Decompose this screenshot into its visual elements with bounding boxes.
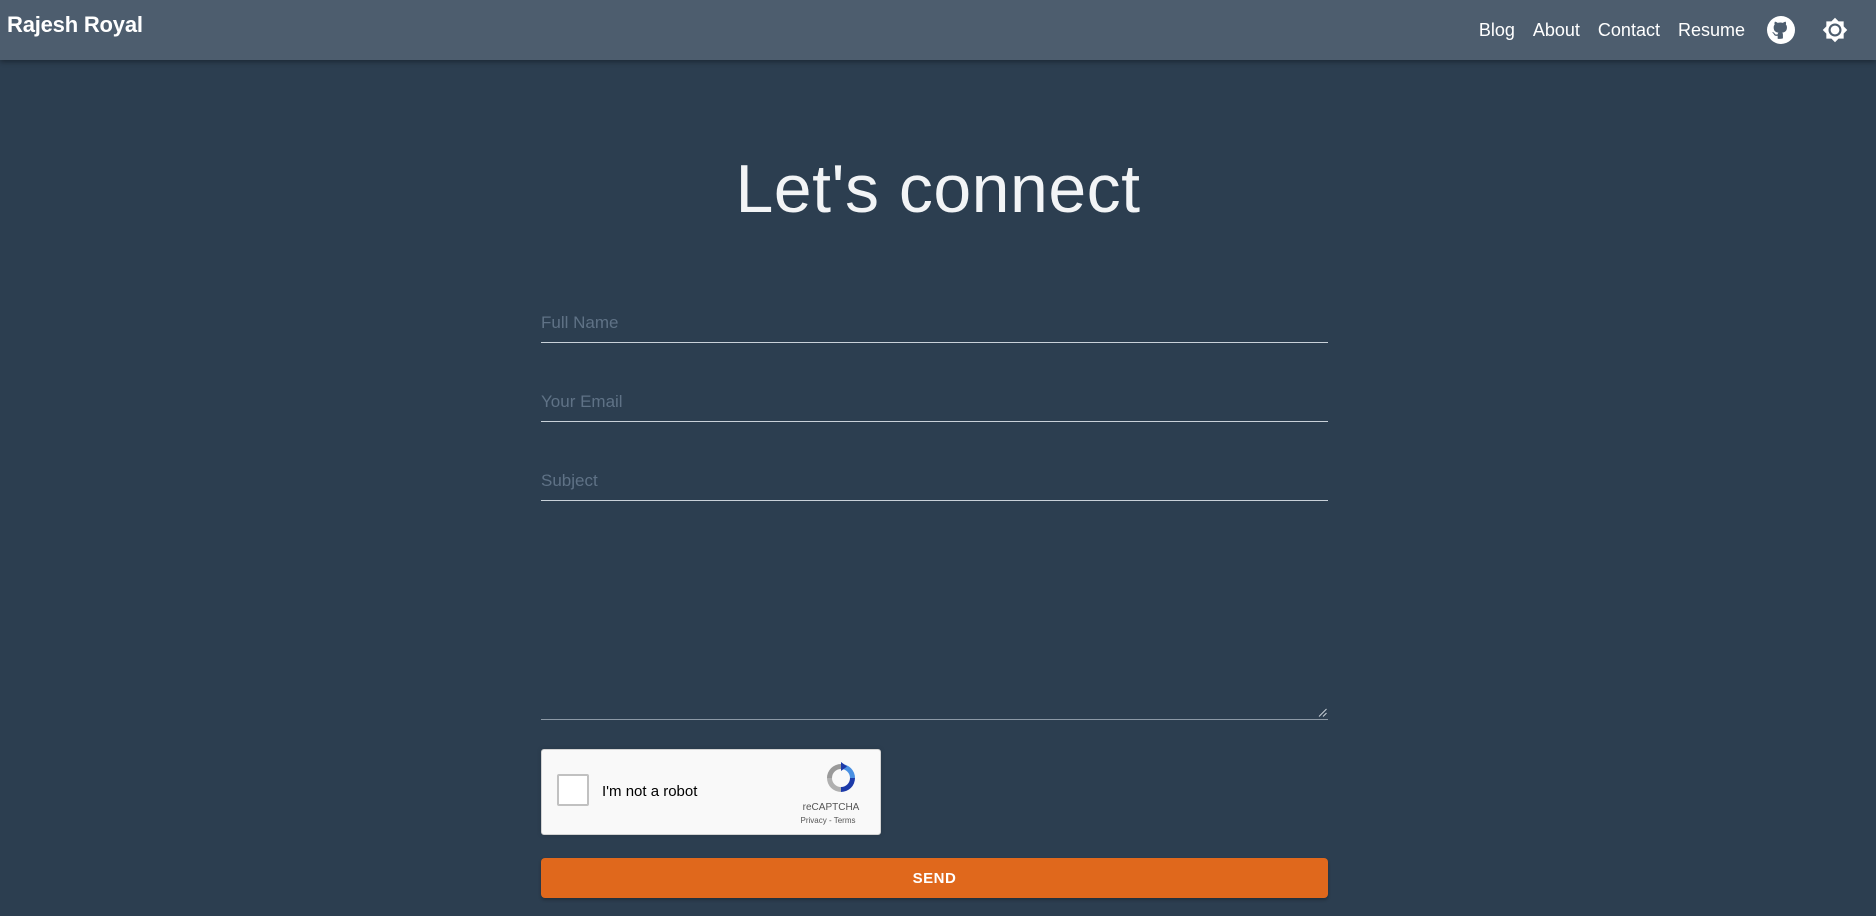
recaptcha-separator: -: [826, 816, 834, 825]
message-field-wrapper: [541, 513, 1332, 723]
navbar: Rajesh Royal Blog About Contact Resume: [0, 0, 1876, 60]
brand-logo[interactable]: Rajesh Royal: [7, 12, 143, 38]
recaptcha-links: Privacy - Terms: [788, 816, 868, 825]
recaptcha-terms-link[interactable]: Terms: [834, 816, 856, 825]
recaptcha-brand: reCAPTCHA: [802, 802, 860, 813]
recaptcha-privacy-link[interactable]: Privacy: [801, 816, 827, 825]
email-field-wrapper: [541, 379, 1328, 422]
recaptcha-checkbox[interactable]: [557, 774, 589, 806]
subject-field-wrapper: [541, 458, 1328, 501]
email-input[interactable]: [541, 387, 1328, 417]
github-icon[interactable]: [1767, 16, 1795, 44]
send-button[interactable]: SEND: [541, 858, 1328, 898]
subject-input[interactable]: [541, 466, 1328, 496]
recaptcha-logo-icon: [827, 762, 855, 792]
recaptcha-widget: I'm not a robot reCAPTCHA Privacy - Term…: [541, 749, 881, 835]
full-name-input[interactable]: [541, 308, 1328, 338]
nav-links: Blog About Contact Resume: [1479, 0, 1876, 60]
page-title: Let's connect: [735, 150, 1141, 227]
message-textarea[interactable]: [541, 513, 1332, 723]
nav-link-resume[interactable]: Resume: [1678, 20, 1745, 41]
full-name-field-wrapper: [541, 300, 1328, 343]
resize-handle-icon[interactable]: [1317, 707, 1327, 717]
nav-link-blog[interactable]: Blog: [1479, 20, 1515, 41]
recaptcha-label: I'm not a robot: [602, 783, 698, 800]
brightness-icon[interactable]: [1821, 16, 1849, 44]
nav-link-about[interactable]: About: [1533, 20, 1580, 41]
nav-link-contact[interactable]: Contact: [1598, 20, 1660, 41]
